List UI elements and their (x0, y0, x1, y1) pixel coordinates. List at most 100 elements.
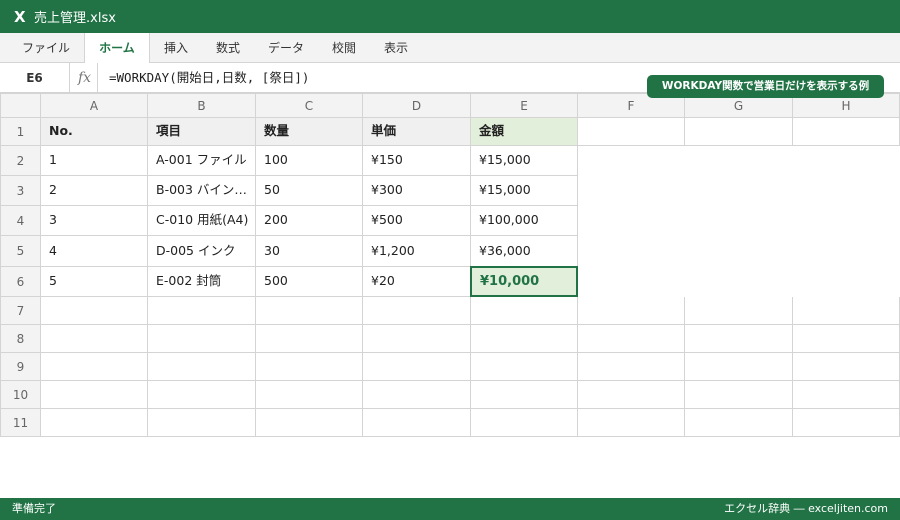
cell-h9[interactable] (793, 353, 900, 381)
row-header-10[interactable]: 10 (0, 381, 41, 409)
cell-f7[interactable] (578, 297, 685, 325)
cell-c3[interactable]: 50 (256, 176, 363, 206)
cell-c8[interactable] (256, 325, 363, 353)
cell-a5[interactable]: 4 (41, 236, 148, 267)
column-header-a[interactable]: A (41, 93, 148, 118)
cell-e3[interactable]: ¥15,000 (471, 176, 578, 206)
cell-a8[interactable] (41, 325, 148, 353)
cell-a6[interactable]: 5 (41, 267, 148, 297)
cell-e1[interactable]: 金額 (471, 118, 578, 146)
tab-view[interactable]: 表示 (372, 33, 420, 63)
tab-data[interactable]: データ (256, 33, 316, 63)
select-all-corner[interactable] (0, 93, 41, 118)
cell-d7[interactable] (363, 297, 471, 325)
cell-g11[interactable] (685, 409, 793, 437)
column-header-e[interactable]: E (471, 93, 578, 118)
cell-c11[interactable] (256, 409, 363, 437)
cell-e8[interactable] (471, 325, 578, 353)
cell-e5[interactable]: ¥36,000 (471, 236, 578, 267)
cell-b7[interactable] (148, 297, 256, 325)
cell-g9[interactable] (685, 353, 793, 381)
tab-file[interactable]: ファイル (10, 33, 82, 63)
cell-e10[interactable] (471, 381, 578, 409)
cell-b4[interactable]: C-010 用紙(A4) (148, 206, 256, 236)
cell-g7[interactable] (685, 297, 793, 325)
row-header-6[interactable]: 6 (0, 267, 41, 297)
cell-d8[interactable] (363, 325, 471, 353)
cell-e6[interactable]: ¥10,000 (470, 266, 578, 297)
cell-e9[interactable] (471, 353, 578, 381)
cell-a10[interactable] (41, 381, 148, 409)
cell-h11[interactable] (793, 409, 900, 437)
cell-b5[interactable]: D-005 インク (148, 236, 256, 267)
cell-g8[interactable] (685, 325, 793, 353)
cell-a3[interactable]: 2 (41, 176, 148, 206)
cell-b2[interactable]: A-001 ファイル (148, 146, 256, 176)
cell-c4[interactable]: 200 (256, 206, 363, 236)
row-header-5[interactable]: 5 (0, 236, 41, 267)
cell-c9[interactable] (256, 353, 363, 381)
column-header-c[interactable]: C (256, 93, 363, 118)
cell-e4[interactable]: ¥100,000 (471, 206, 578, 236)
cell-c2[interactable]: 100 (256, 146, 363, 176)
cell-f9[interactable] (578, 353, 685, 381)
cell-b8[interactable] (148, 325, 256, 353)
cell-c6[interactable]: 500 (256, 267, 363, 297)
cell-a11[interactable] (41, 409, 148, 437)
cell-c7[interactable] (256, 297, 363, 325)
tab-review[interactable]: 校閲 (320, 33, 368, 63)
row-header-7[interactable]: 7 (0, 297, 41, 325)
row-header-3[interactable]: 3 (0, 176, 41, 206)
cell-a2[interactable]: 1 (41, 146, 148, 176)
cell-c10[interactable] (256, 381, 363, 409)
cell-f8[interactable] (578, 325, 685, 353)
cell-d6[interactable]: ¥20 (363, 267, 471, 297)
cell-f1[interactable] (578, 118, 685, 146)
cell-b3[interactable]: B-003 バイン… (148, 176, 256, 206)
tab-formulas[interactable]: 数式 (204, 33, 252, 63)
cell-h10[interactable] (793, 381, 900, 409)
name-box[interactable]: E6 (0, 63, 70, 93)
cell-e2[interactable]: ¥15,000 (471, 146, 578, 176)
cell-c1[interactable]: 数量 (256, 118, 363, 146)
cell-a4[interactable]: 3 (41, 206, 148, 236)
row-header-4[interactable]: 4 (0, 206, 41, 236)
column-header-d[interactable]: D (363, 93, 471, 118)
cell-a9[interactable] (41, 353, 148, 381)
cell-d5[interactable]: ¥1,200 (363, 236, 471, 267)
cell-h8[interactable] (793, 325, 900, 353)
row-header-8[interactable]: 8 (0, 325, 41, 353)
cell-h7[interactable] (793, 297, 900, 325)
cell-b10[interactable] (148, 381, 256, 409)
tab-insert[interactable]: 挿入 (152, 33, 200, 63)
row-header-2[interactable]: 2 (0, 146, 41, 176)
fx-icon[interactable]: fx (78, 63, 98, 93)
cell-f11[interactable] (578, 409, 685, 437)
cell-b6[interactable]: E-002 封筒 (148, 267, 256, 297)
row-header-11[interactable]: 11 (0, 409, 41, 437)
cell-b9[interactable] (148, 353, 256, 381)
row-header-9[interactable]: 9 (0, 353, 41, 381)
cell-g10[interactable] (685, 381, 793, 409)
cell-c5[interactable]: 30 (256, 236, 363, 267)
cell-d9[interactable] (363, 353, 471, 381)
column-header-b[interactable]: B (148, 93, 256, 118)
row-header-1[interactable]: 1 (0, 118, 41, 146)
cell-h1[interactable] (793, 118, 900, 146)
tab-home[interactable]: ホーム (84, 33, 150, 64)
cell-b1[interactable]: 項目 (148, 118, 256, 146)
cell-d2[interactable]: ¥150 (363, 146, 471, 176)
cell-e11[interactable] (471, 409, 578, 437)
cell-a1[interactable]: No. (41, 118, 148, 146)
cell-g1[interactable] (685, 118, 793, 146)
cell-d11[interactable] (363, 409, 471, 437)
cell-d1[interactable]: 単価 (363, 118, 471, 146)
cell-e7[interactable] (471, 297, 578, 325)
cell-b11[interactable] (148, 409, 256, 437)
cell-d10[interactable] (363, 381, 471, 409)
cell-d3[interactable]: ¥300 (363, 176, 471, 206)
formula-input[interactable]: =WORKDAY(開始日,日数, [祭日]) (109, 63, 309, 93)
cell-d4[interactable]: ¥500 (363, 206, 471, 236)
cell-f10[interactable] (578, 381, 685, 409)
cell-a7[interactable] (41, 297, 148, 325)
